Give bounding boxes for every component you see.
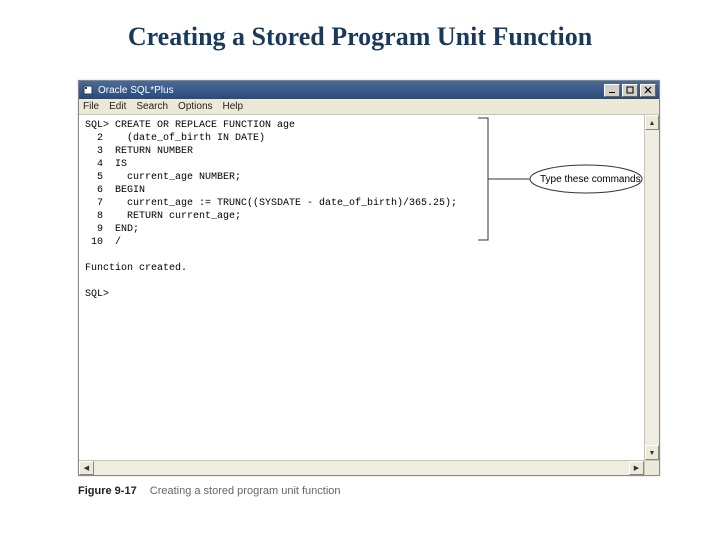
scroll-right-button[interactable]: ▶	[629, 461, 644, 475]
close-button[interactable]	[640, 84, 656, 97]
minimize-button[interactable]	[604, 84, 620, 97]
scroll-up-button[interactable]: ▲	[645, 115, 659, 130]
line: 7 current_age := TRUNC((SYSDATE - date_o…	[85, 198, 457, 209]
window-title: Oracle SQL*Plus	[98, 85, 604, 96]
figure-number: Figure 9-17	[78, 485, 137, 497]
line: 4 IS	[85, 159, 127, 170]
vertical-scrollbar[interactable]: ▲ ▼	[644, 115, 659, 460]
menu-search[interactable]: Search	[136, 101, 168, 112]
menu-options[interactable]: Options	[178, 101, 212, 112]
line: 9 END;	[85, 224, 139, 235]
line: 2 (date_of_birth IN DATE)	[85, 133, 265, 144]
client-wrap: SQL> CREATE OR REPLACE FUNCTION age 2 (d…	[79, 115, 659, 460]
maximize-button[interactable]	[622, 84, 638, 97]
line: 6 BEGIN	[85, 185, 145, 196]
menu-file[interactable]: File	[83, 101, 99, 112]
app-icon	[82, 84, 94, 96]
titlebar: Oracle SQL*Plus	[79, 81, 659, 99]
scrollbar-corner	[644, 461, 659, 475]
scroll-track[interactable]	[94, 461, 629, 475]
line: SQL>	[85, 289, 109, 300]
figure-caption: Figure 9-17 Creating a stored program un…	[78, 485, 341, 497]
line: 8 RETURN current_age;	[85, 211, 241, 222]
menu-edit[interactable]: Edit	[109, 101, 126, 112]
window-controls	[604, 84, 656, 97]
menu-help[interactable]: Help	[223, 101, 244, 112]
line: 3 RETURN NUMBER	[85, 146, 193, 157]
menubar: File Edit Search Options Help	[79, 99, 659, 115]
slide-title: Creating a Stored Program Unit Function	[0, 22, 720, 52]
scroll-left-button[interactable]: ◀	[79, 461, 94, 475]
horizontal-scrollbar[interactable]: ◀ ▶	[79, 460, 659, 475]
sqlplus-window: Oracle SQL*Plus File Edit Search Options…	[78, 80, 660, 476]
callout-label: Type these commands	[530, 170, 651, 189]
scroll-down-button[interactable]: ▼	[645, 445, 659, 460]
terminal-output[interactable]: SQL> CREATE OR REPLACE FUNCTION age 2 (d…	[79, 115, 644, 460]
line: 5 current_age NUMBER;	[85, 172, 241, 183]
line: 10 /	[85, 237, 121, 248]
line: Function created.	[85, 263, 187, 274]
figure-text: Creating a stored program unit function	[150, 485, 341, 497]
line: SQL> CREATE OR REPLACE FUNCTION age	[85, 120, 295, 131]
